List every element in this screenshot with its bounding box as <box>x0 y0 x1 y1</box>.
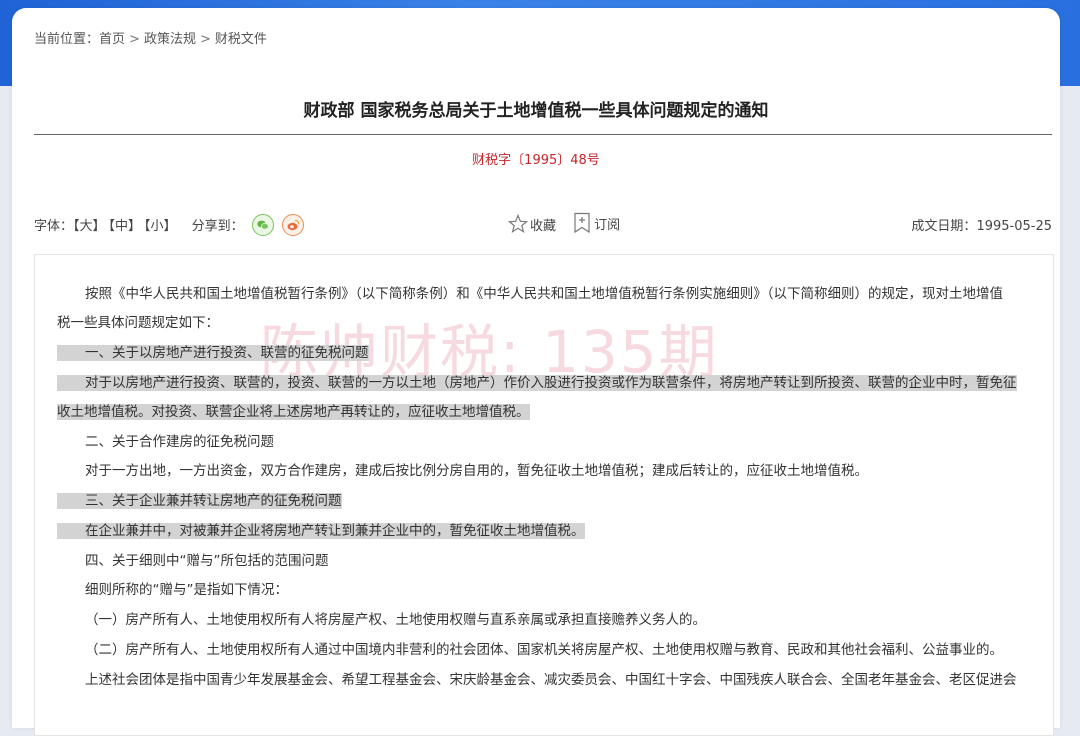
body-paragraph: 按照《中华人民共和国土地增值税暂行条例》（以下简称条例）和《中华人民共和国土地增… <box>85 280 1003 309</box>
section-heading: 一、关于以房地产进行投资、联营的征免税问题 <box>57 339 369 368</box>
body-paragraph: 对于以房地产进行投资、联营的，投资、联营的一方以土地（房地产）作价入股进行投资或… <box>57 369 1017 398</box>
document-date: 成文日期：1995-05-25 <box>911 215 1052 234</box>
font-size-label: 字体： <box>34 219 74 234</box>
article-toolbar: 字体：【大】 【中】 【小】 分享到： 收藏 订阅 成文日期：1995-05-2… <box>34 212 1052 236</box>
body-text: （一）房产所有人、土地使用权所有人将房屋产权、土地使用权赠与直系亲属或承担直接赡… <box>85 612 706 628</box>
body-paragraph: 对于一方出地，一方出资金，双方合作建房，建成后按比例分房自用的，暂免征收土地增值… <box>85 457 868 486</box>
breadcrumb: 当前位置：首页 > 政策法规 > 财税文件 <box>34 28 267 47</box>
favorite-button[interactable]: 收藏 <box>508 214 556 234</box>
body-paragraph: （二）房产所有人、土地使用权所有人通过中国境内非营利的社会团体、国家机关将房屋产… <box>85 636 1003 665</box>
body-text: 对于一方出地，一方出资金，双方合作建房，建成后按比例分房自用的，暂免征收土地增值… <box>85 463 868 479</box>
subscribe-label: 订阅 <box>594 217 621 233</box>
body-paragraph: 上述社会团体是指中国青少年发展基金会、希望工程基金会、宋庆龄基金会、减灾委员会、… <box>85 666 1017 695</box>
body-text: 收土地增值税。对投资、联营企业将上述房地产再转让的，应征收土地增值税。 <box>57 404 530 420</box>
section-heading: 四、关于细则中“赠与”所包括的范围问题 <box>85 547 329 576</box>
body-paragraph: 收土地增值税。对投资、联营企业将上述房地产再转让的，应征收土地增值税。 <box>57 398 530 427</box>
body-text: 在企业兼并中，对被兼并企业将房地产转让到兼并企业中的，暂免征收土地增值税。 <box>57 523 585 539</box>
section-heading-text: 四、关于细则中“赠与”所包括的范围问题 <box>85 553 329 569</box>
title-divider <box>34 134 1052 135</box>
section-heading: 三、关于企业兼并转让房地产的征免税问题 <box>57 487 342 516</box>
star-icon <box>508 214 528 234</box>
body-paragraph: 税一些具体问题规定如下： <box>57 309 219 338</box>
section-heading-text: 三、关于企业兼并转让房地产的征免税问题 <box>57 493 342 509</box>
favorite-label: 收藏 <box>530 218 557 234</box>
subscribe-button[interactable]: 订阅 <box>572 212 620 234</box>
body-paragraph: 细则所称的“赠与”是指如下情况： <box>85 576 288 605</box>
section-heading-text: 二、关于合作建房的征免税问题 <box>85 434 274 450</box>
body-text: 上述社会团体是指中国青少年发展基金会、希望工程基金会、宋庆龄基金会、减灾委员会、… <box>85 672 1017 688</box>
breadcrumb-tax-docs-link[interactable]: 财税文件 <box>215 32 267 47</box>
date-label: 成文日期： <box>911 219 977 234</box>
date-value: 1995-05-25 <box>976 219 1052 234</box>
body-text: 细则所称的“赠与”是指如下情况： <box>85 582 288 598</box>
weibo-icon[interactable] <box>281 213 304 236</box>
article-card: 当前位置：首页 > 政策法规 > 财税文件 财政部 国家税务总局关于土地增值税一些具体问… <box>12 8 1060 736</box>
font-small-button[interactable]: 【小】 <box>144 219 177 234</box>
section-heading-text: 一、关于以房地产进行投资、联营的征免税问题 <box>57 345 369 361</box>
breadcrumb-home-link[interactable]: 首页 <box>99 32 125 47</box>
body-text: 税一些具体问题规定如下： <box>57 315 219 331</box>
body-text: （二）房产所有人、土地使用权所有人通过中国境内非营利的社会团体、国家机关将房屋产… <box>85 642 1003 658</box>
page-title: 财政部 国家税务总局关于土地增值税一些具体问题规定的通知 <box>303 101 769 121</box>
font-medium-button[interactable]: 【中】 <box>109 219 142 234</box>
breadcrumb-policy-link[interactable]: 政策法规 <box>144 32 196 47</box>
share-label: 分享到： <box>191 219 244 234</box>
font-large-button[interactable]: 【大】 <box>73 219 106 234</box>
body-paragraph: 在企业兼并中，对被兼并企业将房地产转让到兼并企业中的，暂免征收土地增值税。 <box>57 517 585 546</box>
wechat-icon[interactable] <box>251 213 274 236</box>
article-actions: 收藏 订阅 <box>508 212 632 238</box>
section-heading: 二、关于合作建房的征免税问题 <box>85 428 274 457</box>
body-text: 对于以房地产进行投资、联营的，投资、联营的一方以土地（房地产）作价入股进行投资或… <box>57 375 1017 391</box>
body-text: 按照《中华人民共和国土地增值税暂行条例》（以下简称条例）和《中华人民共和国土地增… <box>85 286 1003 302</box>
document-number: 财税字〔1995〕48号 <box>472 153 600 168</box>
breadcrumb-separator: > <box>129 32 140 47</box>
article-body: 陈帅财税: 135期 按照《中华人民共和国土地增值税暂行条例》（以下简称条例）和… <box>34 254 1054 736</box>
body-paragraph: （一）房产所有人、土地使用权所有人将房屋产权、土地使用权赠与直系亲属或承担直接赡… <box>85 606 706 635</box>
breadcrumb-prefix: 当前位置： <box>34 32 100 47</box>
font-size-controls: 字体：【大】 【中】 【小】 分享到： <box>34 213 304 238</box>
breadcrumb-separator: > <box>199 32 211 47</box>
bookmark-plus-icon <box>574 212 590 234</box>
